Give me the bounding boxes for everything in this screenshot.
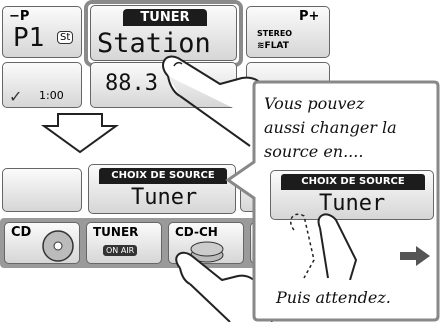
disc-icon — [42, 230, 74, 262]
right-arrow-icon — [400, 246, 430, 266]
on-air-badge: ON AIR — [103, 245, 138, 256]
source-button-tuner[interactable]: TUNER ON AIR — [86, 222, 162, 264]
tuner-tab: TUNER — [123, 9, 207, 26]
source-left-blank — [2, 168, 82, 212]
source-display[interactable]: CHOIX DE SOURCE Tuner — [88, 164, 236, 214]
source-button-cd[interactable]: CD — [4, 222, 80, 264]
preset-button[interactable]: −P P1 St — [2, 6, 82, 58]
inset-source-tab: CHOIX DE SOURCE — [281, 174, 425, 190]
stereo-indicator: STEREO — [257, 29, 293, 38]
preset-minus-label: −P — [9, 9, 30, 24]
down-arrow-icon — [40, 113, 120, 154]
source-button-label: TUNER — [93, 225, 139, 239]
preset-badge: St — [57, 31, 74, 44]
clock-button[interactable]: ✓ 1:00 — [2, 62, 82, 108]
callout-line-2: aussi changer la — [264, 118, 397, 137]
preset-plus-label: P+ — [299, 9, 320, 24]
callout-line-1: Vous pouvez — [264, 94, 365, 113]
check-icon: ✓ — [9, 87, 23, 106]
source-tab: CHOIX DE SOURCE — [99, 168, 227, 184]
finger-swipe-icon — [290, 213, 358, 280]
preset-number: P1 — [13, 23, 45, 53]
callout-line-3: source en.... — [264, 142, 364, 161]
clock-label: 1:00 — [39, 89, 64, 102]
source-value: Tuner — [131, 185, 198, 210]
callout-footer: Puis attendez. — [276, 288, 391, 307]
source-button-label: CD — [11, 225, 32, 240]
